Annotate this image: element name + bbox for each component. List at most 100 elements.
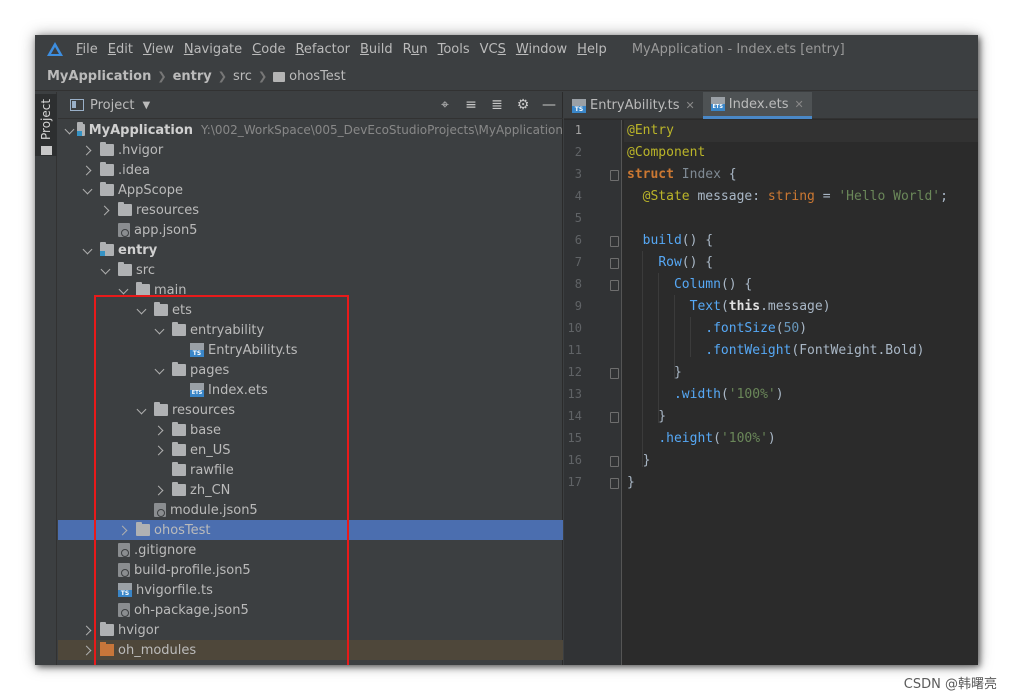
crosshair-icon[interactable]: ⌖: [437, 96, 453, 114]
menu-view[interactable]: View: [138, 42, 179, 57]
line-number: 16: [567, 453, 582, 467]
project-tool-tab[interactable]: Project: [35, 94, 57, 156]
tree-node-label: .idea: [118, 162, 150, 178]
tree-node[interactable]: resources: [58, 200, 563, 220]
menu-vcs[interactable]: VCS: [475, 42, 511, 57]
fold-marker-icon[interactable]: [610, 170, 619, 181]
close-icon[interactable]: ✕: [686, 99, 695, 112]
fold-marker-icon[interactable]: [610, 258, 619, 269]
editor-tab[interactable]: Index.ets ✕: [702, 92, 812, 119]
tree-node[interactable]: AppScope: [58, 180, 563, 200]
breadcrumb-item[interactable]: ohosTest: [289, 69, 346, 84]
tree-node[interactable]: resources: [58, 400, 563, 420]
tree-node[interactable]: app.json5: [58, 220, 563, 240]
fold-marker-icon[interactable]: [610, 368, 619, 379]
tree-node[interactable]: .gitignore: [58, 540, 563, 560]
menu-refactor[interactable]: Refactor: [290, 42, 355, 57]
tree-node-label: en_US: [190, 442, 231, 458]
code-line: .fontSize(50): [627, 321, 807, 336]
tree-node[interactable]: EntryAbility.ts: [58, 340, 563, 360]
menu-file[interactable]: File: [71, 42, 103, 57]
minimize-icon[interactable]: —: [541, 96, 557, 114]
tree-node[interactable]: ohosTest: [58, 520, 563, 540]
chevron-right-icon[interactable]: [154, 484, 166, 496]
chevron-down-icon[interactable]: [82, 184, 94, 196]
tree-node[interactable]: MyApplication Y:\002_WorkSpace\005_DevEco…: [58, 120, 563, 140]
tree-node[interactable]: pages: [58, 360, 563, 380]
tree-node[interactable]: hvigorfile.ts: [58, 580, 563, 600]
code-area[interactable]: @Entry @Component struct Index { @State me…: [624, 120, 978, 665]
chevron-right-icon[interactable]: [82, 624, 94, 636]
chevron-right-icon[interactable]: [100, 204, 112, 216]
breadcrumb-item[interactable]: MyApplication: [47, 69, 151, 84]
tree-node[interactable]: rawfile: [58, 460, 563, 480]
file-ets-icon: [190, 383, 204, 397]
chevron-right-icon[interactable]: [118, 524, 130, 536]
tree-node[interactable]: oh_modules: [58, 640, 563, 660]
chevron-right-icon[interactable]: [82, 144, 94, 156]
expand-all-icon[interactable]: ≣: [489, 96, 505, 114]
code-token: .fontSize: [705, 321, 776, 336]
chevron-down-icon[interactable]: [82, 244, 94, 256]
code-editor: EntryAbility.ts✕Index.ets✕ 1234567891011…: [564, 92, 978, 665]
tree-node[interactable]: entryability: [58, 320, 563, 340]
tree-node[interactable]: Index.ets: [58, 380, 563, 400]
line-number: 13: [567, 387, 582, 401]
menu-tools[interactable]: Tools: [433, 42, 475, 57]
tree-node-label: ohosTest: [154, 522, 211, 538]
menu-edit[interactable]: Edit: [103, 42, 138, 57]
tree-node-label: oh-package.json5: [134, 602, 249, 618]
close-icon[interactable]: ✕: [795, 98, 804, 111]
tree-node[interactable]: src: [58, 260, 563, 280]
project-view-selector[interactable]: Project: [90, 98, 134, 113]
chevron-down-icon[interactable]: [64, 124, 71, 136]
code-token: this: [728, 299, 761, 314]
chevron-down-icon[interactable]: [118, 284, 130, 296]
folder-icon: [172, 362, 186, 376]
breadcrumb-item[interactable]: src: [233, 69, 252, 84]
tree-node[interactable]: ets: [58, 300, 563, 320]
tree-node[interactable]: zh_CN: [58, 480, 563, 500]
chevron-down-icon[interactable]: [154, 324, 166, 336]
tree-node[interactable]: module.json5: [58, 500, 563, 520]
breadcrumb-item[interactable]: entry: [173, 69, 212, 84]
tree-node-label: Index.ets: [208, 382, 268, 398]
code-token: Text: [689, 299, 721, 314]
tree-node[interactable]: hvigor: [58, 620, 563, 640]
chevron-right-icon[interactable]: [82, 644, 94, 656]
tree-node[interactable]: en_US: [58, 440, 563, 460]
tree-node[interactable]: entry: [58, 240, 563, 260]
editor-tab[interactable]: EntryAbility.ts ✕: [564, 92, 703, 119]
tree-node[interactable]: oh-package.json5: [58, 600, 563, 620]
menu-run[interactable]: Run: [398, 42, 433, 57]
fold-marker-icon[interactable]: [610, 412, 619, 423]
chevron-down-icon[interactable]: [136, 404, 148, 416]
tree-node[interactable]: main: [58, 280, 563, 300]
fold-marker-icon[interactable]: [610, 280, 619, 291]
tree-node[interactable]: base: [58, 420, 563, 440]
chevron-right-icon[interactable]: [154, 444, 166, 456]
chevron-right-icon[interactable]: [154, 424, 166, 436]
menu-window[interactable]: Window: [511, 42, 572, 57]
fold-marker-icon[interactable]: [610, 456, 619, 467]
menu-navigate[interactable]: Navigate: [179, 42, 247, 57]
tree-node[interactable]: .idea: [58, 160, 563, 180]
tree-node[interactable]: .hvigor: [58, 140, 563, 160]
fold-marker-icon[interactable]: [610, 478, 619, 489]
current-line-highlight: [624, 120, 978, 142]
chevron-down-icon[interactable]: [154, 364, 166, 376]
chevron-down-icon[interactable]: [136, 304, 148, 316]
folder-icon: [118, 262, 132, 276]
fold-marker-icon[interactable]: [610, 236, 619, 247]
chevron-down-icon[interactable]: ▼: [142, 100, 150, 111]
tree-node[interactable]: build-profile.json5: [58, 560, 563, 580]
indent-guide: [642, 251, 643, 467]
chevron-right-icon[interactable]: [82, 164, 94, 176]
collapse-all-icon[interactable]: ≡: [463, 96, 479, 114]
gear-icon[interactable]: ⚙: [515, 96, 531, 114]
menu-build[interactable]: Build: [355, 42, 398, 57]
file-ts-icon: [572, 98, 586, 113]
chevron-down-icon[interactable]: [100, 264, 112, 276]
menu-help[interactable]: Help: [572, 42, 612, 57]
menu-code[interactable]: Code: [247, 42, 290, 57]
